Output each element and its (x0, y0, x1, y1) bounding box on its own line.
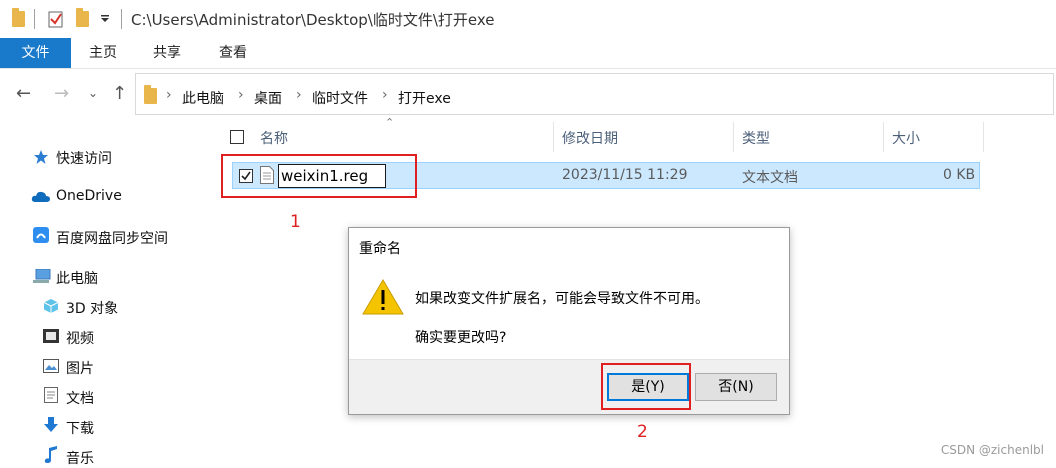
video-icon (43, 329, 59, 343)
file-size: 0 KB (943, 167, 976, 183)
window-title-path: C:\Users\Administrator\Desktop\临时文件\打开ex… (131, 11, 495, 29)
column-header-modified[interactable]: 修改日期 (562, 128, 618, 148)
nav-3d-objects[interactable]: 3D 对象 (66, 298, 118, 318)
divider (34, 9, 35, 29)
breadcrumb-open-exe[interactable]: 打开exe (398, 88, 451, 108)
rename-dialog: 重命名 如果改变文件扩展名，可能会导致文件不可用。 确实要更改吗? 是(Y) 否… (348, 227, 790, 415)
file-modified-date: 2023/11/15 11:29 (562, 167, 688, 183)
annotation-label-2: 2 (637, 422, 648, 442)
tab-share[interactable]: 共享 (152, 38, 182, 68)
file-type: 文本文档 (742, 170, 798, 186)
navigation-pane: 快速访问 OneDrive 百度网盘同步空间 此电脑 3D 对象 视频 图片 文… (0, 120, 215, 468)
nav-videos[interactable]: 视频 (66, 328, 94, 348)
chevron-right-icon[interactable]: › (166, 87, 172, 103)
back-arrow-icon[interactable]: ← (16, 83, 31, 104)
music-note-icon (44, 446, 57, 463)
nav-onedrive[interactable]: OneDrive (56, 188, 122, 204)
dialog-footer: 是(Y) 否(N) (349, 359, 789, 414)
divider (121, 9, 122, 29)
folder-icon (12, 8, 25, 27)
watermark: CSDN @zichenlbl (940, 443, 1044, 457)
chevron-right-icon[interactable]: › (296, 87, 302, 103)
baidu-netdisk-icon (33, 227, 49, 243)
tab-view[interactable]: 查看 (218, 38, 248, 68)
column-divider[interactable] (733, 122, 734, 152)
sort-ascending-icon: ⌃ (385, 116, 395, 129)
recent-locations-chevron-icon[interactable]: ⌄ (88, 86, 98, 100)
picture-icon (43, 359, 59, 373)
dialog-question: 确实要更改吗? (415, 330, 507, 346)
properties-checkbox-icon[interactable] (48, 10, 64, 28)
column-divider[interactable] (553, 122, 554, 152)
chevron-right-icon[interactable]: › (238, 87, 244, 103)
nav-documents[interactable]: 文档 (66, 388, 94, 408)
nav-baidu-netdisk[interactable]: 百度网盘同步空间 (56, 228, 168, 248)
document-icon (44, 387, 58, 403)
nav-music[interactable]: 音乐 (66, 448, 94, 468)
cube-3d-icon (43, 299, 59, 313)
nav-quick-access[interactable]: 快速访问 (56, 148, 112, 168)
warning-icon (362, 279, 404, 315)
customize-dropdown-icon[interactable] (100, 14, 110, 24)
cloud-icon (31, 191, 50, 202)
dialog-message: 如果改变文件扩展名，可能会导致文件不可用。 (415, 291, 709, 307)
column-header-type[interactable]: 类型 (742, 128, 770, 148)
new-folder-icon[interactable] (76, 8, 89, 27)
computer-icon (33, 269, 51, 283)
download-arrow-icon (44, 417, 58, 432)
file-list-header (216, 120, 1056, 156)
chevron-right-icon[interactable]: › (382, 87, 388, 103)
up-arrow-icon[interactable]: ↑ (112, 83, 127, 104)
dialog-title: 重命名 (359, 241, 401, 257)
column-header-size[interactable]: 大小 (892, 128, 920, 148)
tab-file[interactable]: 文件 (0, 38, 71, 68)
ribbon-tabs: 文件 主页 共享 查看 (0, 38, 1056, 69)
annotation-label-1: 1 (290, 212, 301, 232)
tab-home[interactable]: 主页 (88, 38, 118, 68)
select-all-checkbox[interactable] (230, 130, 244, 144)
star-icon (34, 150, 48, 164)
nav-downloads[interactable]: 下载 (66, 418, 94, 438)
breadcrumb-desktop[interactable]: 桌面 (254, 88, 282, 108)
no-button[interactable]: 否(N) (695, 373, 777, 401)
column-divider[interactable] (983, 122, 984, 152)
column-header-name[interactable]: 名称 (260, 128, 288, 148)
address-bar[interactable]: › 此电脑 › 桌面 › 临时文件 › 打开exe (135, 73, 1054, 115)
annotation-box-2 (601, 363, 691, 410)
title-bar: C:\Users\Administrator\Desktop\临时文件\打开ex… (0, 0, 1056, 38)
breadcrumb-this-pc[interactable]: 此电脑 (182, 88, 224, 108)
nav-this-pc[interactable]: 此电脑 (56, 268, 98, 288)
breadcrumb-temp-files[interactable]: 临时文件 (312, 88, 368, 108)
nav-pictures[interactable]: 图片 (66, 358, 94, 378)
column-divider[interactable] (883, 122, 884, 152)
forward-arrow-icon[interactable]: → (54, 83, 69, 104)
folder-icon (144, 85, 157, 104)
annotation-box-1 (221, 154, 417, 198)
